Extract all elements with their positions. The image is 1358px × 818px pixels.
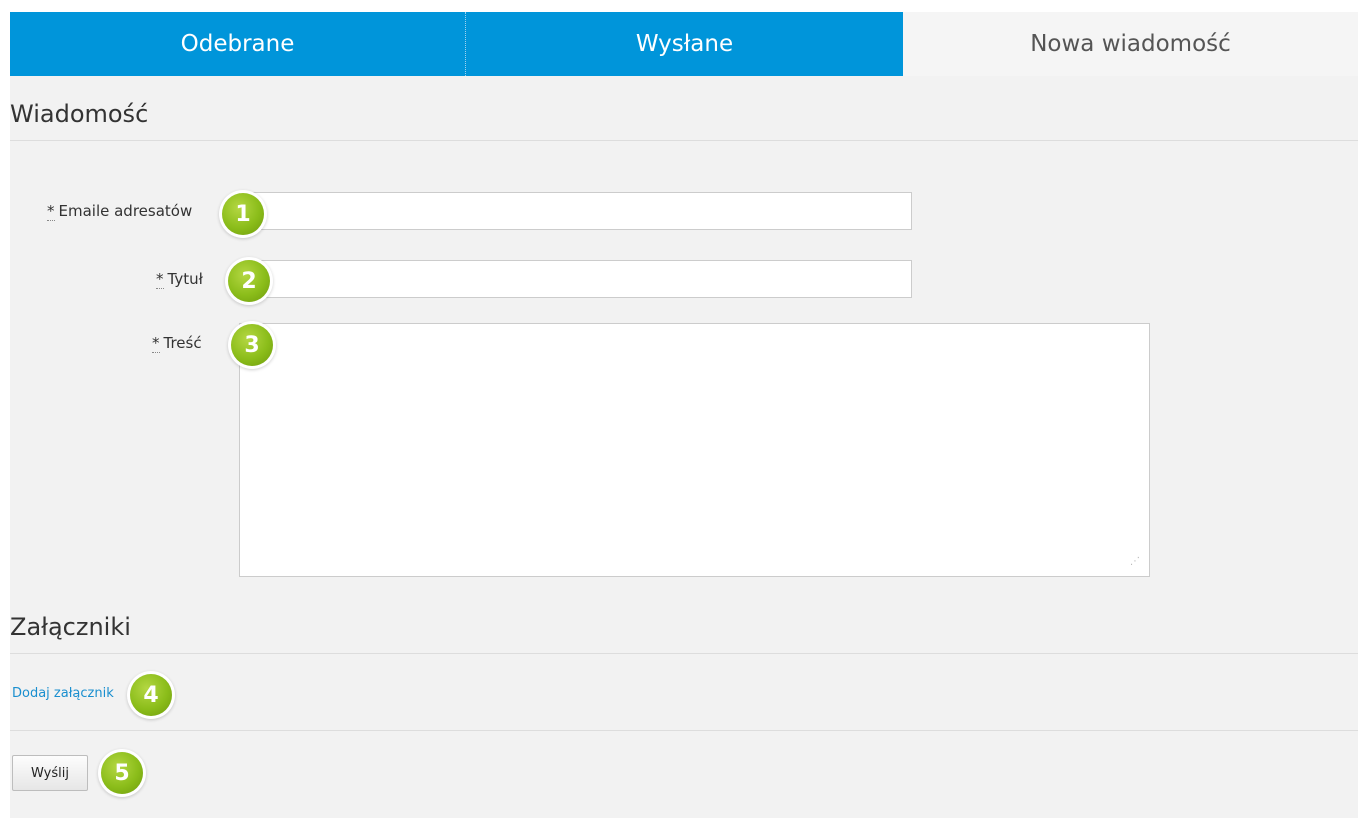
body-textarea[interactable] [239,323,1150,577]
emails-label: * Emaile adresatów [47,202,193,221]
body-label-text: Treść [163,334,202,352]
attachments-section-title: Załączniki [10,613,131,641]
step-5-badge: 5 [101,752,143,794]
step-3-badge: 3 [231,324,273,366]
step-4-badge: 4 [130,674,172,716]
emails-input[interactable] [239,192,912,230]
tab-new-message[interactable]: Nowa wiadomość [903,12,1358,76]
divider [10,730,1358,731]
add-attachment-link[interactable]: Dodaj załącznik [12,686,114,701]
send-button[interactable]: Wyślij [12,755,88,791]
tab-sent[interactable]: Wysłane [465,12,903,76]
tab-received[interactable]: Odebrane [10,12,465,76]
step-2-badge: 2 [228,260,270,302]
step-1-badge: 1 [222,193,264,235]
resize-grip-icon[interactable]: ⋰ [1130,557,1140,567]
tab-bar: Odebrane Wysłane Nowa wiadomość [10,12,1358,76]
required-mark: * [152,334,160,353]
body-label: * Treść [152,334,202,353]
required-mark: * [156,270,164,289]
emails-label-text: Emaile adresatów [58,202,193,220]
title-input[interactable] [239,260,912,298]
title-label: * Tytuł [156,270,203,289]
message-compose-panel: Odebrane Wysłane Nowa wiadomość Wiadomoś… [10,12,1358,818]
required-mark: * [47,202,55,221]
divider [10,653,1358,654]
message-section-title: Wiadomość [10,100,149,128]
title-label-text: Tytuł [167,270,203,288]
divider [10,140,1358,141]
